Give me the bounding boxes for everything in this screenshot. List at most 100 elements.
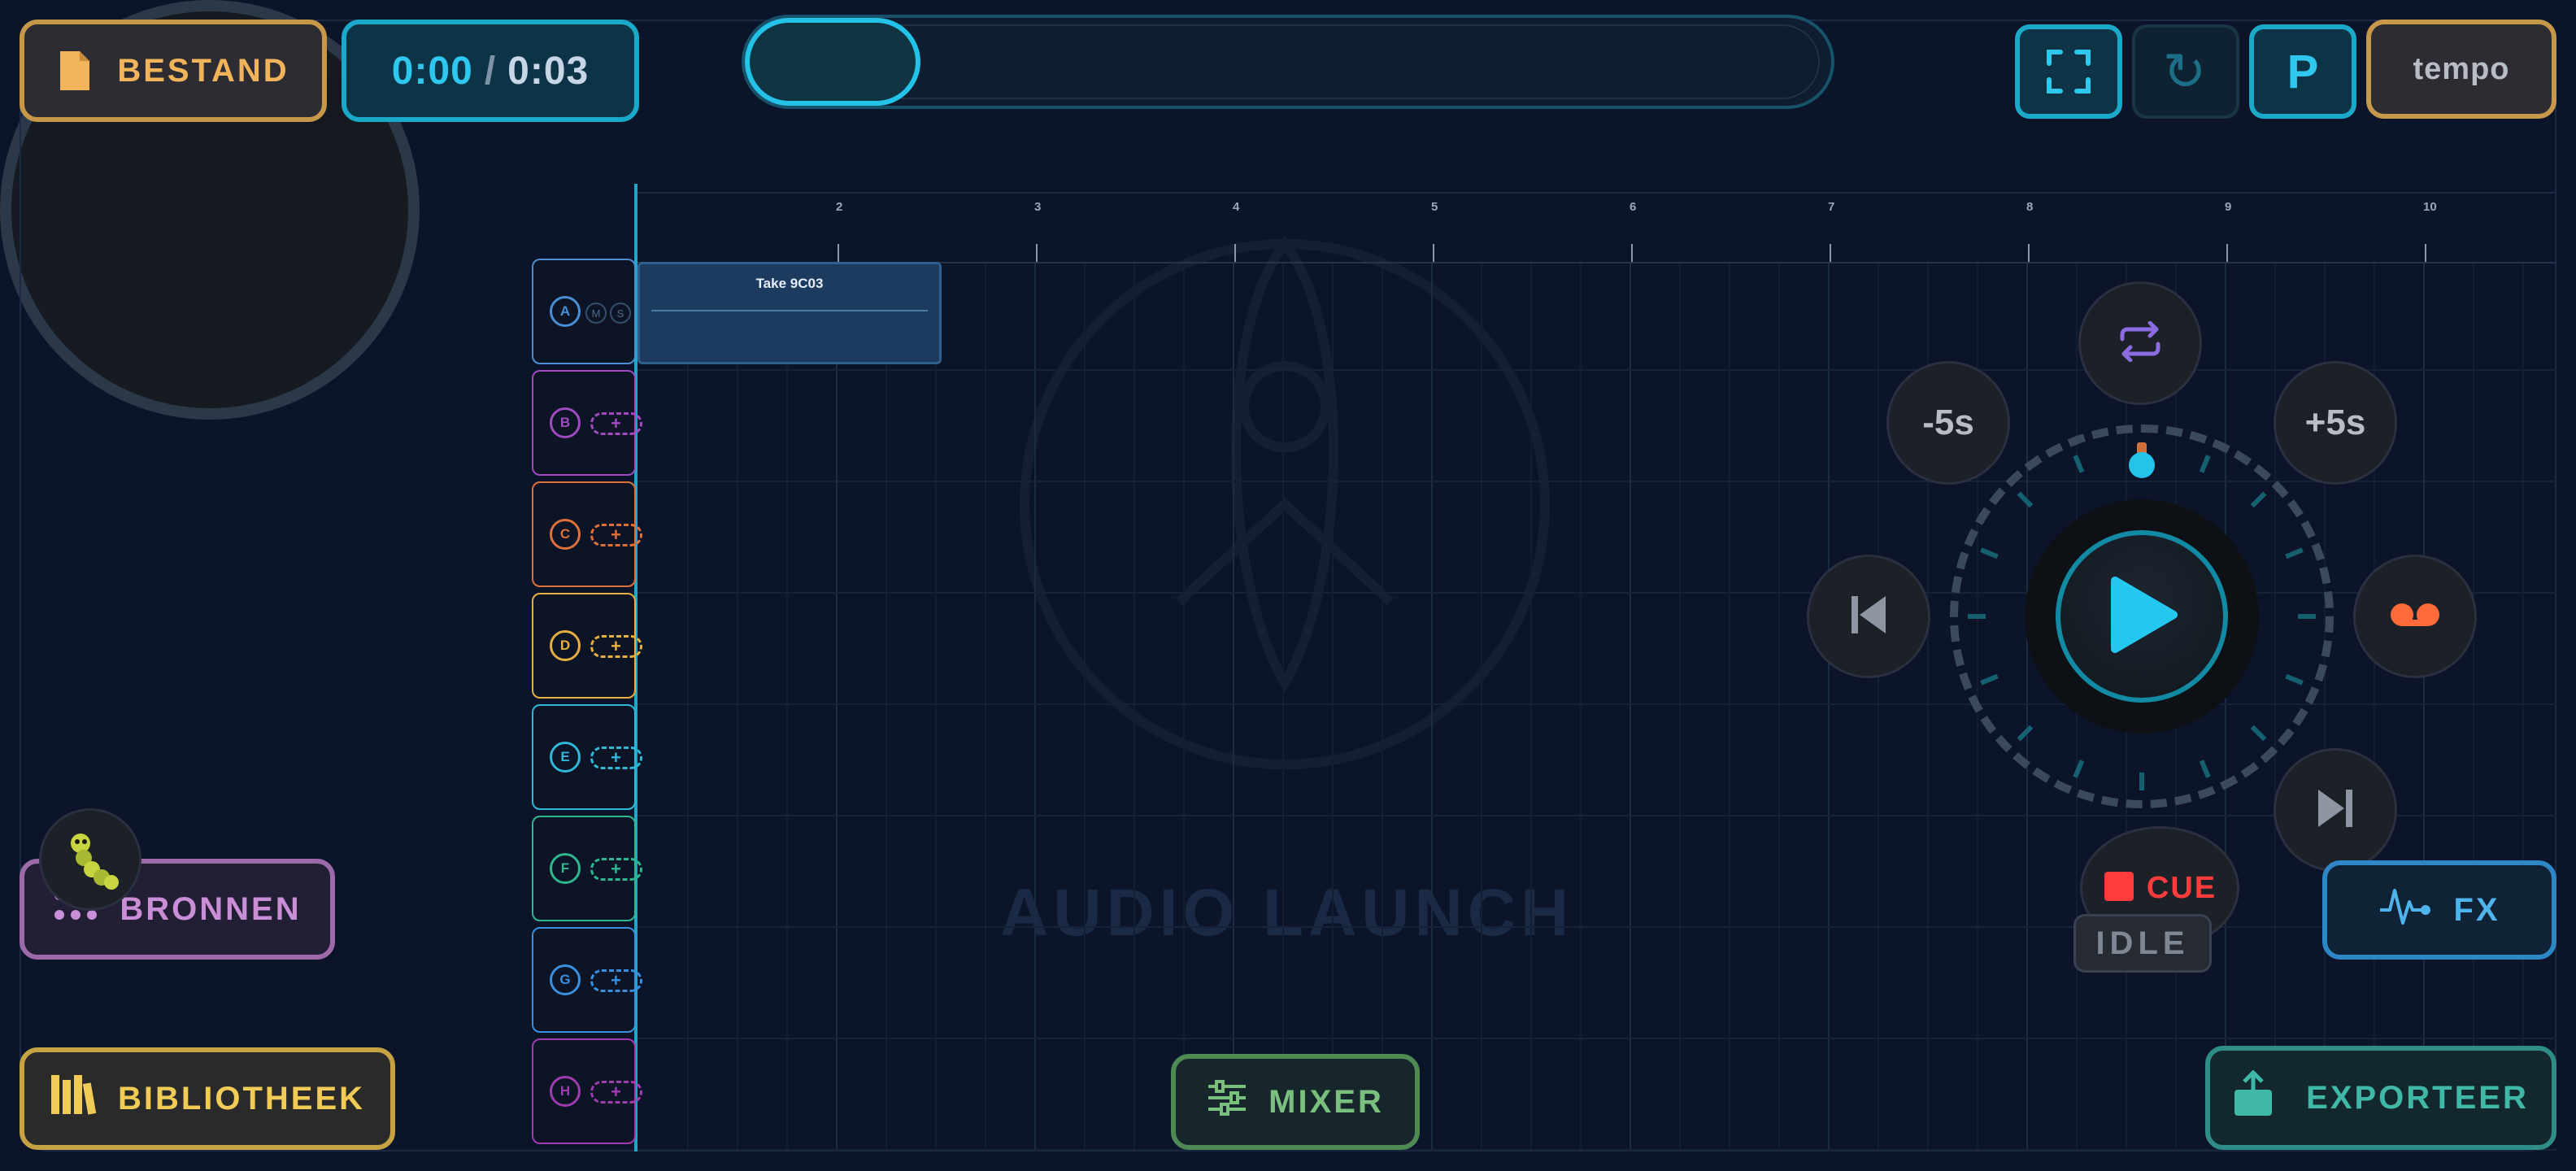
ruler-tick [2226,244,2228,262]
fx-label: FX [2453,891,2500,928]
mixer-button[interactable]: MIXER [1171,1054,1420,1150]
loop-button[interactable] [2078,281,2202,405]
forward-5s-button[interactable]: +5s [2274,361,2397,485]
track-add-button[interactable]: + [590,524,642,546]
record-icon [2389,602,2441,632]
ruler-bar-label: 10 [2423,200,2437,214]
grid-line [687,263,689,1150]
time-display: 0:00 / 0:03 [342,20,639,122]
track-letter[interactable]: E [550,742,581,773]
grid-line [1034,263,1036,1150]
fx-button[interactable]: FX [2322,860,2556,960]
audio-clip[interactable]: Take 9C03 [637,262,942,364]
library-label: BIBLIOTHEEK [117,1080,366,1117]
ruler-bar-label: 2 [836,200,843,214]
grid-line [1630,263,1631,1150]
sliders-icon [1207,1080,1247,1124]
grid-line [1431,263,1433,1150]
time-separator: / [484,49,497,93]
lane-divider [637,1038,2556,1039]
play-button[interactable] [2056,530,2228,703]
track-letter[interactable]: D [550,630,581,661]
file-button[interactable]: BESTAND [20,20,327,122]
grid-line [2473,263,2474,1150]
fullscreen-button[interactable] [2015,24,2122,119]
track-letter[interactable]: H [550,1076,581,1107]
track-solo-button[interactable]: S [610,303,631,324]
cue-label: CUE [2146,870,2217,905]
mixer-label: MIXER [1268,1083,1384,1120]
grid-line [1134,263,1135,1150]
library-icon [50,1073,97,1124]
ruler-tick [1631,244,1633,262]
track-header[interactable]: AMS [532,259,636,364]
grid-line [935,263,937,1150]
stop-icon [2103,870,2135,907]
skip-back-icon [1848,593,1889,641]
rewind-5s-label: -5s [1922,403,1974,442]
track-letter[interactable]: F [550,853,581,884]
status-label: IDLE [2095,925,2190,961]
grid-line [985,263,986,1150]
play-icon [2105,576,2178,658]
preset-label: P [2287,45,2319,98]
grid-line [2423,263,2425,1150]
jog-position-dot[interactable] [2129,452,2155,478]
loop-toggle-button[interactable]: ↻ [2132,24,2239,119]
track-header[interactable]: G + [532,927,642,1033]
track-letter[interactable]: B [550,407,581,438]
skip-back-button[interactable] [1807,555,1930,678]
track-header[interactable]: E + [532,704,642,810]
export-label: EXPORTEER [2306,1079,2529,1116]
track-header[interactable]: F + [532,816,642,921]
ruler-bar-label: 5 [1431,200,1438,214]
ruler-tick [1234,244,1236,262]
track-add-button[interactable]: + [590,1081,642,1104]
export-icon [2233,1069,2274,1125]
grid-line [737,263,738,1150]
grid-line [1530,263,1532,1150]
skip-forward-button[interactable] [2274,748,2397,872]
export-button[interactable]: EXPORTEER [2205,1046,2556,1150]
library-button[interactable]: BIBLIOTHEEK [20,1047,395,1150]
file-icon [57,48,93,94]
track-mute-button[interactable]: M [585,303,607,324]
grid-line [886,263,887,1150]
grid-line [1679,263,1681,1150]
track-add-button[interactable]: + [590,969,642,992]
mascot-caterpillar-icon[interactable] [39,808,141,911]
clip-waveform [651,310,928,311]
loop-icon [2116,320,2165,366]
track-add-button[interactable]: + [590,412,642,435]
grid-line [836,263,838,1150]
scrub-bar[interactable] [742,15,1834,109]
track-add-button[interactable]: + [590,635,642,658]
track-letter[interactable]: C [550,519,581,550]
ruler-bar-label: 3 [1034,200,1042,214]
timeline-ruler[interactable] [637,192,2556,263]
lane-divider [637,926,2556,928]
grid-line [1729,263,1730,1150]
track-header[interactable]: H + [532,1038,642,1144]
track-header[interactable]: C + [532,481,642,587]
loop-toggle-icon: ↻ [2162,41,2209,101]
tempo-button[interactable]: tempo [2366,20,2556,119]
track-add-button[interactable]: + [590,858,642,881]
file-button-label: BESTAND [117,52,289,89]
rewind-5s-button[interactable]: -5s [1886,361,2010,485]
track-header[interactable]: B + [532,370,642,476]
ruler-tick [1433,244,1434,262]
preset-button[interactable]: P [2249,24,2356,119]
scrub-thumb[interactable] [745,18,920,106]
grid-line [1382,263,1383,1150]
track-letter[interactable]: G [550,964,581,995]
track-header[interactable]: D + [532,593,642,699]
track-letter[interactable]: A [550,296,581,327]
waveform-pulse-icon [2378,886,2431,934]
ruler-tick [2425,244,2426,262]
watermark-logo-icon [976,228,1594,785]
time-total: 0:03 [507,49,590,93]
track-add-button[interactable]: + [590,747,642,769]
grid-line [1183,263,1185,1150]
record-button[interactable] [2353,555,2477,678]
